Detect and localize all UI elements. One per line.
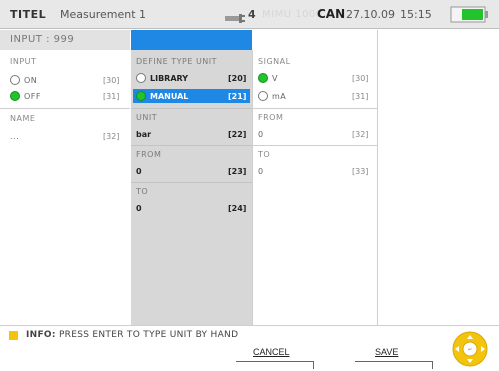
connection-count: 4	[248, 8, 256, 21]
right-from-code: [32]	[352, 130, 369, 139]
option-library-code: [20]	[228, 74, 247, 83]
divider	[253, 108, 377, 109]
radio-library[interactable]	[136, 73, 146, 83]
unit-code: [22]	[228, 130, 247, 139]
divider	[253, 145, 377, 146]
right-to-value[interactable]: 0	[258, 167, 264, 176]
option-off-code: [31]	[103, 92, 120, 101]
radio-volt[interactable]	[258, 73, 268, 83]
option-on-code: [30]	[103, 76, 120, 85]
navigation-ring-icon[interactable]: ↵	[449, 331, 491, 367]
column-focus-bar	[131, 30, 252, 50]
right-to-code: [33]	[352, 167, 369, 176]
cancel-button-underline	[236, 361, 314, 362]
option-manual-label[interactable]: MANUAL	[150, 92, 188, 101]
right-from-title: FROM	[258, 113, 284, 122]
cancel-button-corner	[313, 361, 314, 369]
radio-on[interactable]	[10, 75, 20, 85]
cancel-button[interactable]: CANCEL	[253, 347, 290, 357]
can-label: CAN	[317, 7, 346, 21]
divider	[131, 182, 252, 183]
define-type-unit-title: DEFINE TYPE UNIT	[136, 57, 218, 66]
right-from-value[interactable]: 0	[258, 130, 264, 139]
option-on-label[interactable]: ON	[24, 76, 37, 85]
name-code: [32]	[103, 132, 120, 141]
svg-text:↵: ↵	[468, 347, 472, 353]
measurement-title[interactable]: Measurement 1	[60, 8, 146, 21]
battery-icon	[450, 6, 490, 23]
mid-from-value[interactable]: 0	[136, 167, 142, 176]
save-button-corner	[432, 361, 433, 369]
option-ma-label[interactable]: mA	[272, 92, 286, 101]
plug-icon	[224, 9, 246, 23]
radio-ma[interactable]	[258, 91, 268, 101]
option-library-label[interactable]: LIBRARY	[150, 74, 188, 83]
info-text: PRESS ENTER TO TYPE UNIT BY HAND	[58, 330, 239, 340]
input-header: INPUT : 999	[10, 34, 75, 45]
column-separator	[377, 30, 378, 325]
divider	[131, 145, 252, 146]
header-right-area	[252, 30, 499, 50]
mid-from-title: FROM	[136, 150, 162, 159]
time: 15:15	[400, 8, 432, 21]
radio-manual[interactable]	[136, 91, 146, 101]
option-v-code: [30]	[352, 74, 369, 83]
mid-to-value[interactable]: 0	[136, 204, 142, 213]
divider	[131, 108, 252, 109]
divider	[0, 108, 130, 109]
name-section-title: NAME	[10, 114, 36, 123]
unit-value[interactable]: bar	[136, 130, 151, 139]
faded-device-label: MIMU 1000	[262, 9, 323, 20]
info-message: INFO: PRESS ENTER TO TYPE UNIT BY HAND	[26, 330, 238, 340]
info-icon	[9, 331, 18, 340]
unit-section-title: UNIT	[136, 113, 158, 122]
input-section-title: INPUT	[10, 57, 37, 66]
info-prefix: INFO:	[26, 330, 56, 340]
save-button[interactable]: SAVE	[375, 347, 398, 357]
mid-to-title: TO	[136, 187, 149, 196]
radio-off[interactable]	[10, 91, 20, 101]
mid-from-code: [23]	[228, 167, 247, 176]
option-v-label[interactable]: V	[272, 74, 278, 83]
save-button-underline	[355, 361, 433, 362]
mid-to-code: [24]	[228, 204, 247, 213]
title-label: TITEL	[10, 8, 47, 21]
option-manual-code: [21]	[228, 92, 247, 101]
signal-section-title: SIGNAL	[258, 57, 291, 66]
option-ma-code: [31]	[352, 92, 369, 101]
name-value[interactable]: ...	[10, 132, 19, 141]
option-off-label[interactable]: OFF	[24, 92, 41, 101]
right-to-title: TO	[258, 150, 271, 159]
date: 27.10.09	[346, 8, 395, 21]
